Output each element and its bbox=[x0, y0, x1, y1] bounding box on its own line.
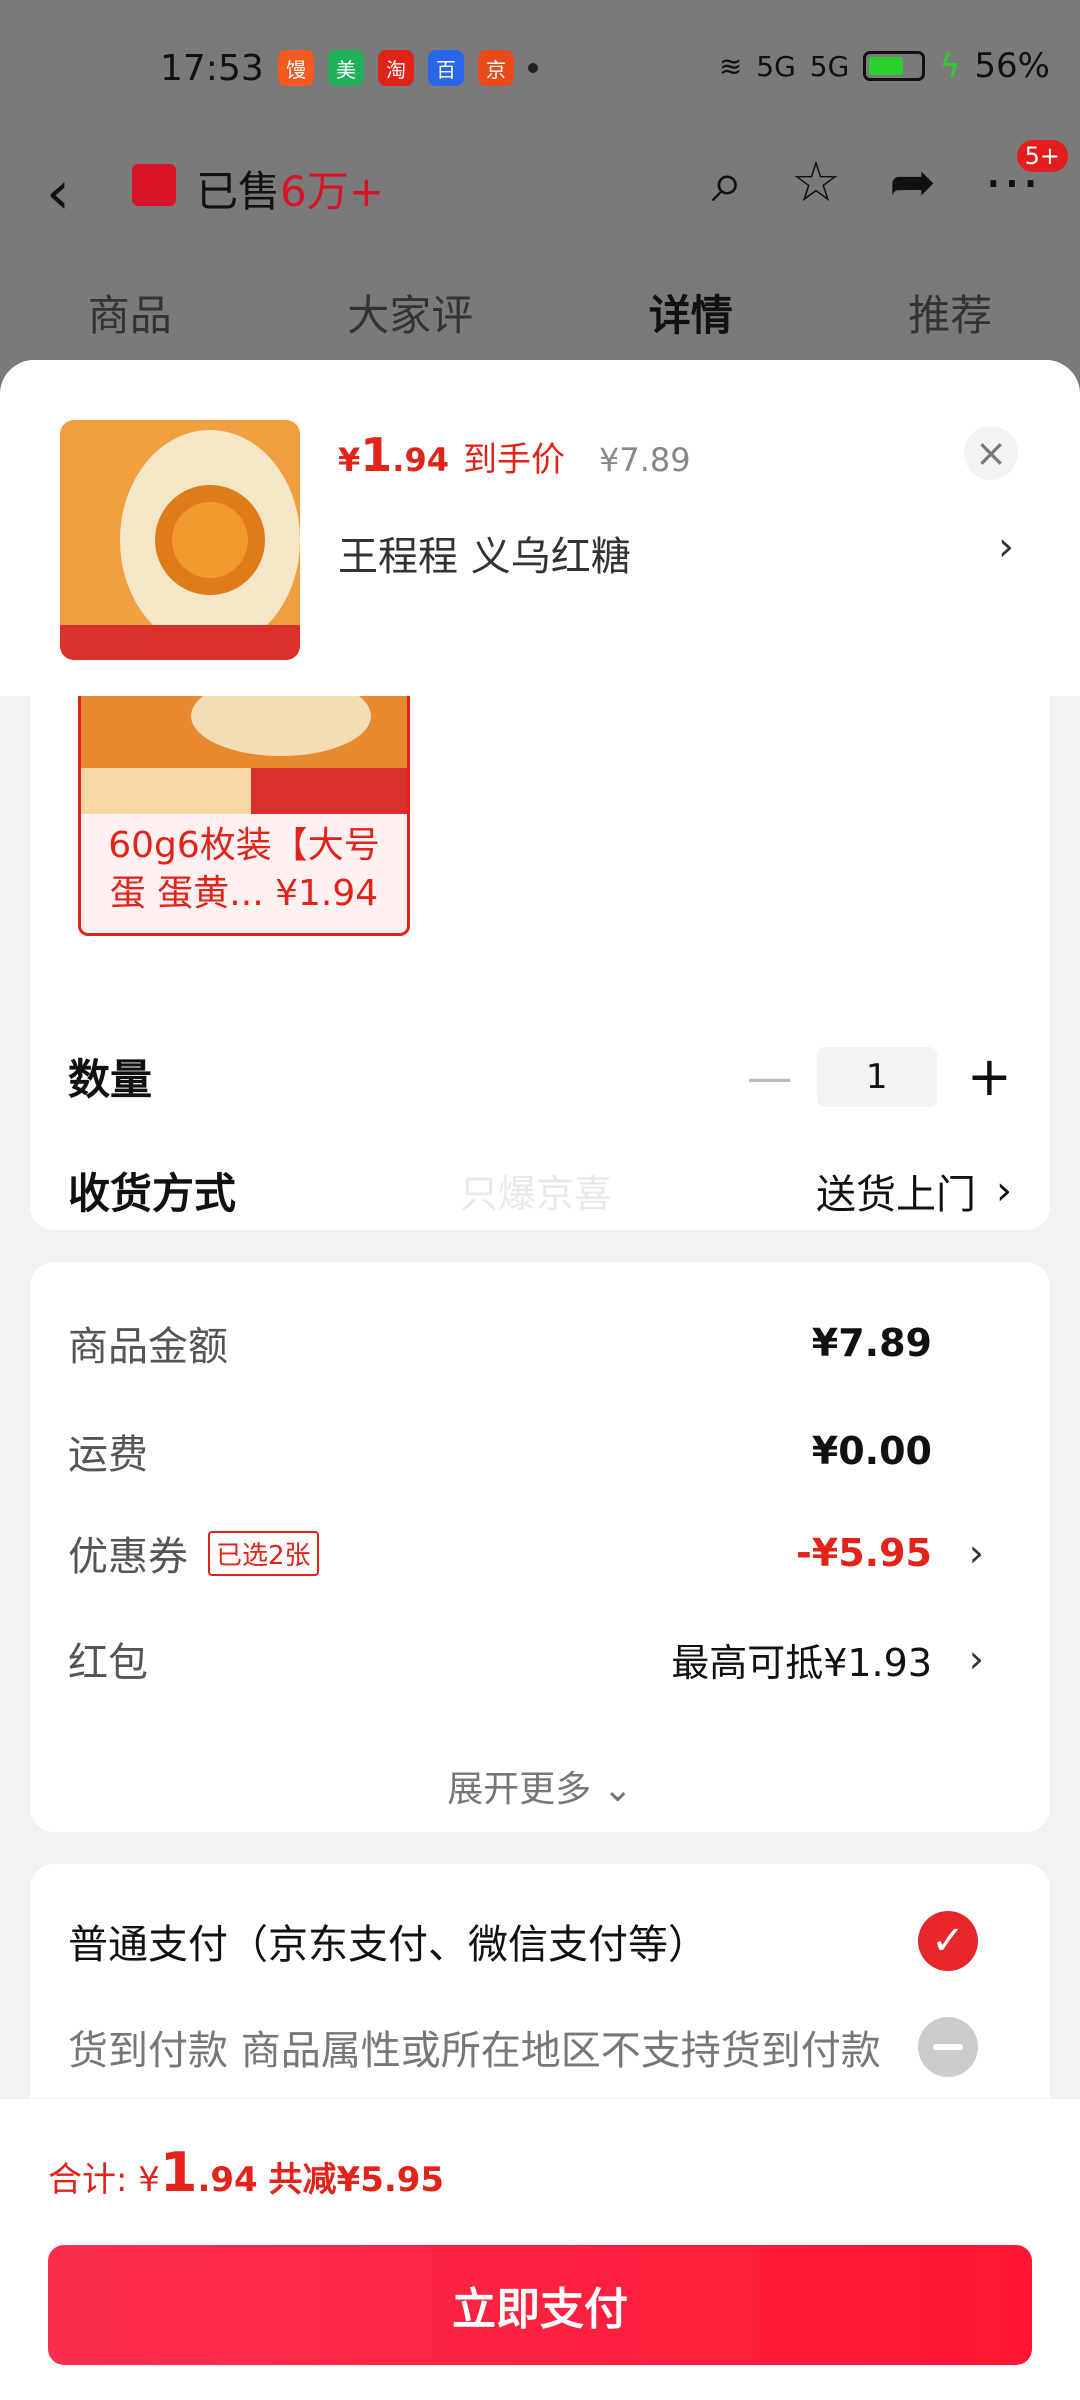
delivery-value: 送货上门 bbox=[816, 1171, 976, 1218]
checkout-footer: 合计: ¥1.94 共减¥5.95 立即支付 bbox=[0, 2098, 1080, 2400]
goods-amount-label: 商品金额 bbox=[68, 1324, 228, 1370]
redpack-label: 红包 bbox=[68, 1640, 148, 1686]
total-price: 合计: ¥1.94 共减¥5.95 bbox=[48, 2141, 444, 2204]
notification-badge: 5+ bbox=[1016, 140, 1068, 172]
coupon-label: 优惠券 bbox=[68, 1534, 188, 1580]
star-icon[interactable]: ☆ bbox=[791, 150, 841, 216]
close-button[interactable]: × bbox=[964, 426, 1018, 480]
final-price: ¥1.94 bbox=[338, 428, 449, 482]
search-icon[interactable]: ⌕ bbox=[712, 150, 743, 216]
quantity-row: 数量 — 1 + bbox=[68, 1045, 1012, 1108]
coupon-row[interactable]: 优惠券 已选2张 -¥5.95 › bbox=[68, 1524, 1012, 1582]
tab-recommend[interactable]: 推荐 bbox=[908, 282, 992, 343]
minus-icon[interactable]: — bbox=[747, 1050, 793, 1104]
top-bar: ‹ 已售6万+ ⌕ ☆ ➦ ⋯ 5+ bbox=[0, 140, 1080, 260]
tab-goods[interactable]: 商品 bbox=[88, 282, 172, 343]
back-icon[interactable]: ‹ bbox=[46, 158, 70, 228]
delivery-row[interactable]: 收货方式 只爆京喜 送货上门 › bbox=[68, 1160, 1012, 1221]
total-integer: 1 bbox=[159, 2141, 198, 2204]
baidu-icon: 百 bbox=[428, 50, 464, 86]
coupon-tag: 已选2张 bbox=[208, 1530, 319, 1576]
signal-icon-1: 5G bbox=[756, 49, 796, 83]
tab-bar: 商品 大家评 详情 推荐 bbox=[0, 282, 1080, 343]
app-icon-1: 馒 bbox=[278, 50, 314, 86]
sold-prefix: 已售 bbox=[196, 167, 281, 216]
price-integer: 1 bbox=[360, 428, 393, 482]
redpack-value: 最高可抵¥1.93 bbox=[671, 1640, 932, 1685]
delivery-chevron-icon: › bbox=[996, 1167, 1012, 1214]
price-label: 到手价 bbox=[462, 440, 565, 480]
quantity-input[interactable]: 1 bbox=[816, 1046, 937, 1107]
jd-icon: 京 bbox=[478, 50, 514, 86]
price-decimal: .94 bbox=[392, 441, 449, 479]
address-text[interactable]: 王程程 义乌红糖 bbox=[338, 524, 631, 582]
wifi-icon: ≋ bbox=[718, 49, 743, 83]
expand-more-button[interactable]: 展开更多 ⌄ bbox=[30, 1760, 1050, 1812]
tab-reviews[interactable]: 大家评 bbox=[347, 282, 473, 343]
disabled-icon bbox=[918, 2017, 978, 2077]
quantity-label: 数量 bbox=[68, 1055, 153, 1104]
more-notifications-dot bbox=[528, 63, 538, 73]
redpack-row[interactable]: 红包 最高可抵¥1.93 › bbox=[68, 1630, 1012, 1688]
watermark: 只爆京喜 bbox=[460, 1172, 613, 1216]
sold-count: 已售6万+ bbox=[196, 158, 384, 219]
status-bar: 17:53 馒 美 淘 百 京 ≋ 5G 5G ϟ 56% bbox=[0, 0, 1080, 140]
price-row: ¥1.94 到手价 ¥7.89 bbox=[338, 428, 691, 482]
battery-icon bbox=[863, 51, 926, 81]
sheet-header: ¥1.94 到手价 ¥7.89 × 王程程 义乌红糖 › bbox=[0, 360, 1080, 696]
sold-number: 6万+ bbox=[280, 167, 384, 216]
coupon-chevron-icon: › bbox=[968, 1531, 984, 1575]
goods-amount-value: ¥7.89 bbox=[811, 1321, 932, 1365]
redpack-chevron-icon: › bbox=[968, 1637, 984, 1681]
status-time: 17:53 bbox=[160, 48, 264, 89]
system-indicators: ≋ 5G 5G ϟ 56% bbox=[719, 46, 1050, 86]
plus-icon[interactable]: + bbox=[967, 1045, 1012, 1108]
cod-label: 货到付款 商品属性或所在地区不支持货到付款 bbox=[68, 2028, 881, 2074]
sku-option-selected[interactable]: 60g6枚装【大号蛋 蛋黄... ¥1.94 bbox=[78, 696, 410, 936]
product-thumbnail bbox=[60, 420, 300, 660]
sku-text: 60g6枚装【大号蛋 蛋黄... ¥1.94 bbox=[108, 825, 380, 914]
share-icon[interactable]: ➦ bbox=[889, 150, 936, 216]
tab-details[interactable]: 详情 bbox=[649, 282, 733, 343]
signal-icon-2: 5G bbox=[809, 49, 850, 83]
normal-pay-label: 普通支付（京东支付、微信支付等） bbox=[68, 1922, 708, 1968]
sku-card: 60g6枚装【大号蛋 蛋黄... ¥1.94 数量 — 1 + 收货方式 只爆京… bbox=[30, 696, 1050, 1230]
price-summary-card: 商品金额 ¥7.89 运费 ¥0.00 优惠券 已选2张 -¥5.95 › 红包… bbox=[30, 1262, 1050, 1832]
purchase-sheet: ¥1.94 到手价 ¥7.89 × 王程程 义乌红糖 › 60g6枚装【大号蛋 … bbox=[0, 360, 1080, 2400]
price-symbol: ¥ bbox=[338, 441, 361, 479]
total-decimal: .94 bbox=[197, 2160, 258, 2200]
battery-percent: 56% bbox=[974, 46, 1050, 86]
original-price: ¥7.89 bbox=[598, 441, 691, 479]
charging-icon: ϟ bbox=[939, 47, 961, 85]
checked-icon[interactable]: ✓ bbox=[918, 1911, 978, 1971]
quantity-stepper: — 1 + bbox=[747, 1045, 1012, 1108]
payment-option-cod: 货到付款 商品属性或所在地区不支持货到付款 bbox=[68, 2017, 1012, 2077]
total-saved: 共减¥5.95 bbox=[268, 2160, 445, 2200]
coupon-value: -¥5.95 bbox=[796, 1531, 932, 1575]
address-chevron-icon[interactable]: › bbox=[998, 524, 1014, 570]
shipping-value: ¥0.00 bbox=[811, 1429, 932, 1473]
notification-icons: 馒 美 淘 百 京 bbox=[278, 50, 538, 86]
goods-amount-row: 商品金额 ¥7.89 bbox=[68, 1314, 1012, 1372]
app-icon-2: 美 bbox=[328, 50, 364, 86]
pay-now-button[interactable]: 立即支付 bbox=[48, 2245, 1032, 2365]
total-prefix: 合计: ¥ bbox=[48, 2160, 160, 2200]
taobao-icon: 淘 bbox=[378, 50, 414, 86]
sku-image bbox=[81, 696, 407, 814]
shipping-row: 运费 ¥0.00 bbox=[68, 1422, 1012, 1480]
shipping-label: 运费 bbox=[68, 1432, 148, 1478]
payment-option-normal[interactable]: 普通支付（京东支付、微信支付等） ✓ bbox=[68, 1911, 1012, 1971]
top-actions: ⌕ ☆ ➦ ⋯ bbox=[712, 150, 1041, 216]
delivery-label: 收货方式 bbox=[68, 1169, 237, 1218]
bag-icon bbox=[132, 164, 176, 206]
